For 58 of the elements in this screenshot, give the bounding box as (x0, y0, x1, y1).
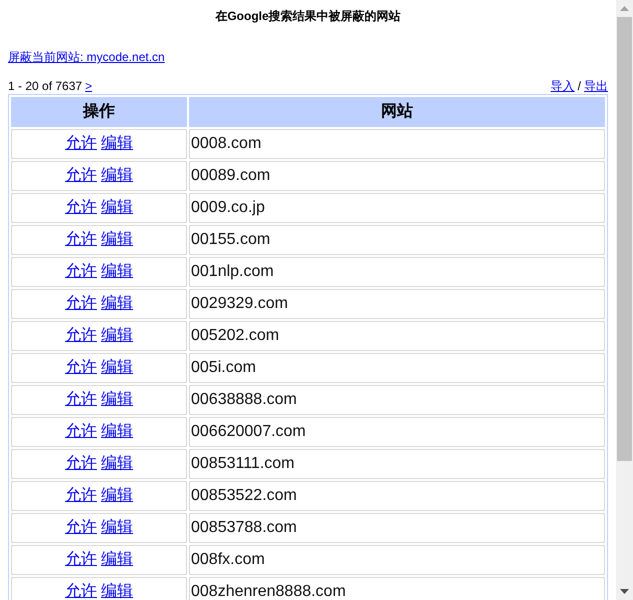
scroll-up-icon[interactable] (620, 6, 629, 11)
edit-link[interactable]: 编辑 (101, 423, 133, 440)
table-cell: 00155.com (189, 225, 605, 255)
table-cell: 00853788.com (189, 513, 605, 543)
edit-link[interactable]: 编辑 (101, 327, 133, 344)
table-cell: 00089.com (189, 161, 605, 191)
import-link[interactable]: 导入 (550, 79, 575, 93)
table-cell: 005i.com (189, 353, 605, 383)
allow-link[interactable]: 允许 (65, 263, 97, 280)
allow-link[interactable]: 允许 (65, 391, 97, 408)
edit-link[interactable]: 编辑 (101, 167, 133, 184)
table-cell: 005202.com (189, 321, 605, 351)
allow-link[interactable]: 允许 (65, 359, 97, 376)
next-page-link[interactable]: > (85, 79, 92, 93)
allow-link[interactable]: 允许 (65, 487, 97, 504)
allow-link[interactable]: 允许 (65, 455, 97, 472)
table-cell: 00853111.com (189, 449, 605, 479)
edit-link[interactable]: 编辑 (101, 295, 133, 312)
allow-link[interactable]: 允许 (65, 199, 97, 216)
allow-link[interactable]: 允许 (65, 583, 97, 600)
column-header: 网站 (189, 97, 605, 127)
edit-link[interactable]: 编辑 (101, 231, 133, 248)
export-link[interactable]: 导出 (584, 79, 608, 93)
allow-link[interactable]: 允许 (65, 231, 97, 248)
table-cell: 008zhenren8888.com (189, 577, 605, 600)
allow-link[interactable]: 允许 (65, 295, 97, 312)
allow-link[interactable]: 允许 (65, 551, 97, 568)
edit-link[interactable]: 编辑 (101, 583, 133, 600)
edit-link[interactable]: 编辑 (101, 263, 133, 280)
table-cell: 001nlp.com (189, 257, 605, 287)
edit-link[interactable]: 编辑 (101, 519, 133, 536)
edit-link[interactable]: 编辑 (101, 487, 133, 504)
table-cell: 00853522.com (189, 481, 605, 511)
allow-link[interactable]: 允许 (65, 167, 97, 184)
allow-link[interactable]: 允许 (65, 519, 97, 536)
column-header: 操作 (11, 97, 187, 127)
scrollbar-thumb[interactable] (617, 17, 632, 461)
allow-link[interactable]: 允许 (65, 135, 97, 152)
table-cell: 0029329.com (189, 289, 605, 319)
allow-link[interactable]: 允许 (65, 423, 97, 440)
edit-link[interactable]: 编辑 (101, 391, 133, 408)
scrollbar[interactable] (616, 0, 633, 600)
table-cell: 00638888.com (189, 385, 605, 415)
block-site-link[interactable]: 屏蔽当前网站: mycode.net.cn (8, 50, 165, 64)
edit-link[interactable]: 编辑 (101, 455, 133, 472)
edit-link[interactable]: 编辑 (101, 135, 133, 152)
allow-link[interactable]: 允许 (65, 327, 97, 344)
scroll-down-icon[interactable] (620, 589, 629, 594)
page-title: 在Google搜索结果中被屏蔽的网站 (215, 8, 401, 24)
edit-link[interactable]: 编辑 (101, 551, 133, 568)
table-cell: 006620007.com (189, 417, 605, 447)
table-cell: 0008.com (189, 129, 605, 159)
table-cell: 008fx.com (189, 545, 605, 575)
table-cell: 0009.co.jp (189, 193, 605, 223)
pager-range: 1 - 20 of 7637 (8, 79, 82, 93)
separator-text: / (578, 79, 581, 93)
edit-link[interactable]: 编辑 (101, 199, 133, 216)
edit-link[interactable]: 编辑 (101, 359, 133, 376)
